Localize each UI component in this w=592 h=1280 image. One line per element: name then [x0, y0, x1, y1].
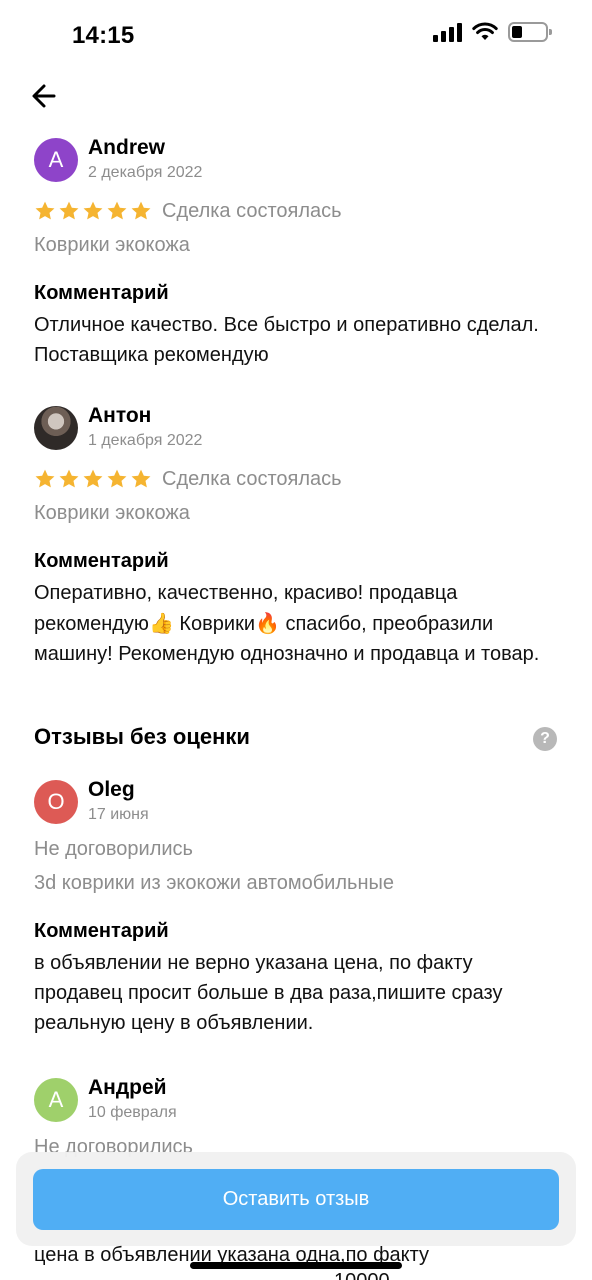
- review-date: 1 декабря 2022: [88, 432, 203, 449]
- rating-line: Сделка состоялась: [34, 194, 554, 228]
- review-date: 2 декабря 2022: [88, 164, 203, 181]
- star-icon: [35, 201, 55, 220]
- thumbs-up-icon: 👍: [148, 611, 174, 635]
- review-card: А Андрей 10 февраля Не договорились: [34, 1074, 554, 1164]
- review-item: Коврики экокожа: [34, 502, 190, 524]
- star-icon: [131, 201, 151, 220]
- back-arrow-icon[interactable]: [28, 80, 64, 112]
- status-time: 14:15: [72, 22, 135, 49]
- deal-status: Сделка состоялась: [162, 467, 342, 490]
- avatar[interactable]: A: [34, 138, 78, 182]
- review-header: A Andrew 2 декабря 2022: [34, 134, 554, 190]
- comment-title: Комментарий: [34, 550, 169, 572]
- deal-status: Сделка состоялась: [162, 199, 342, 222]
- review-date: 10 февраля: [88, 1104, 177, 1121]
- home-indicator: [190, 1262, 402, 1269]
- comment-text-peek: 10000: [334, 1270, 390, 1280]
- review-card: A Andrew 2 декабря 2022 Сделка состоялас…: [34, 134, 554, 370]
- review-date: 17 июня: [88, 806, 149, 823]
- star-icon: [83, 469, 103, 488]
- review-item: Коврики экокожа: [34, 234, 190, 256]
- star-rating: [34, 200, 152, 222]
- rating-line: Сделка состоялась: [34, 462, 554, 496]
- star-icon: [59, 469, 79, 488]
- star-icon: [35, 469, 55, 488]
- status-icons: [433, 22, 552, 42]
- review-item: 3d коврики из экокожи автомобильные: [34, 872, 394, 894]
- reviewer-name[interactable]: Андрей: [88, 1076, 167, 1100]
- comment-title: Комментарий: [34, 920, 169, 942]
- review-card: Антон 1 декабря 2022 Сделка состоялась К…: [34, 402, 554, 669]
- comment-text: Оперативно, качественно, красиво! продав…: [34, 578, 544, 669]
- reviewer-name[interactable]: Andrew: [88, 136, 165, 160]
- battery-icon: [508, 22, 552, 42]
- deal-status: Не договорились: [34, 838, 193, 860]
- signal-icon: [433, 22, 462, 42]
- question-icon[interactable]: ?: [533, 727, 557, 751]
- fire-icon: 🔥: [255, 611, 280, 635]
- avatar[interactable]: А: [34, 1078, 78, 1122]
- avatar[interactable]: O: [34, 780, 78, 824]
- review-header: Антон 1 декабря 2022: [34, 402, 554, 458]
- star-icon: [131, 469, 151, 488]
- reviewer-name[interactable]: Oleg: [88, 778, 135, 802]
- status-bar: 14:15: [0, 0, 592, 72]
- star-icon: [59, 201, 79, 220]
- review-card: O Oleg 17 июня Не договорились 3d коврик…: [34, 776, 554, 1038]
- comment-text: в объявлении не верно указана цена, по ф…: [34, 952, 503, 1034]
- comment-text: Отличное качество. Все быстро и оператив…: [34, 314, 539, 366]
- wifi-icon: [472, 22, 498, 40]
- star-icon: [107, 469, 127, 488]
- comment-title: Комментарий: [34, 282, 169, 304]
- star-rating: [34, 468, 152, 490]
- star-icon: [83, 201, 103, 220]
- avatar-photo[interactable]: [34, 406, 78, 450]
- reviewer-name[interactable]: Антон: [88, 404, 151, 428]
- review-header: O Oleg 17 июня: [34, 776, 554, 832]
- star-icon: [107, 201, 127, 220]
- review-header: А Андрей 10 февраля: [34, 1074, 554, 1130]
- comment-text-part: Коврики: [173, 613, 256, 635]
- leave-review-button[interactable]: Оставить отзыв: [33, 1169, 559, 1230]
- section-title: Отзывы без оценки: [34, 724, 250, 749]
